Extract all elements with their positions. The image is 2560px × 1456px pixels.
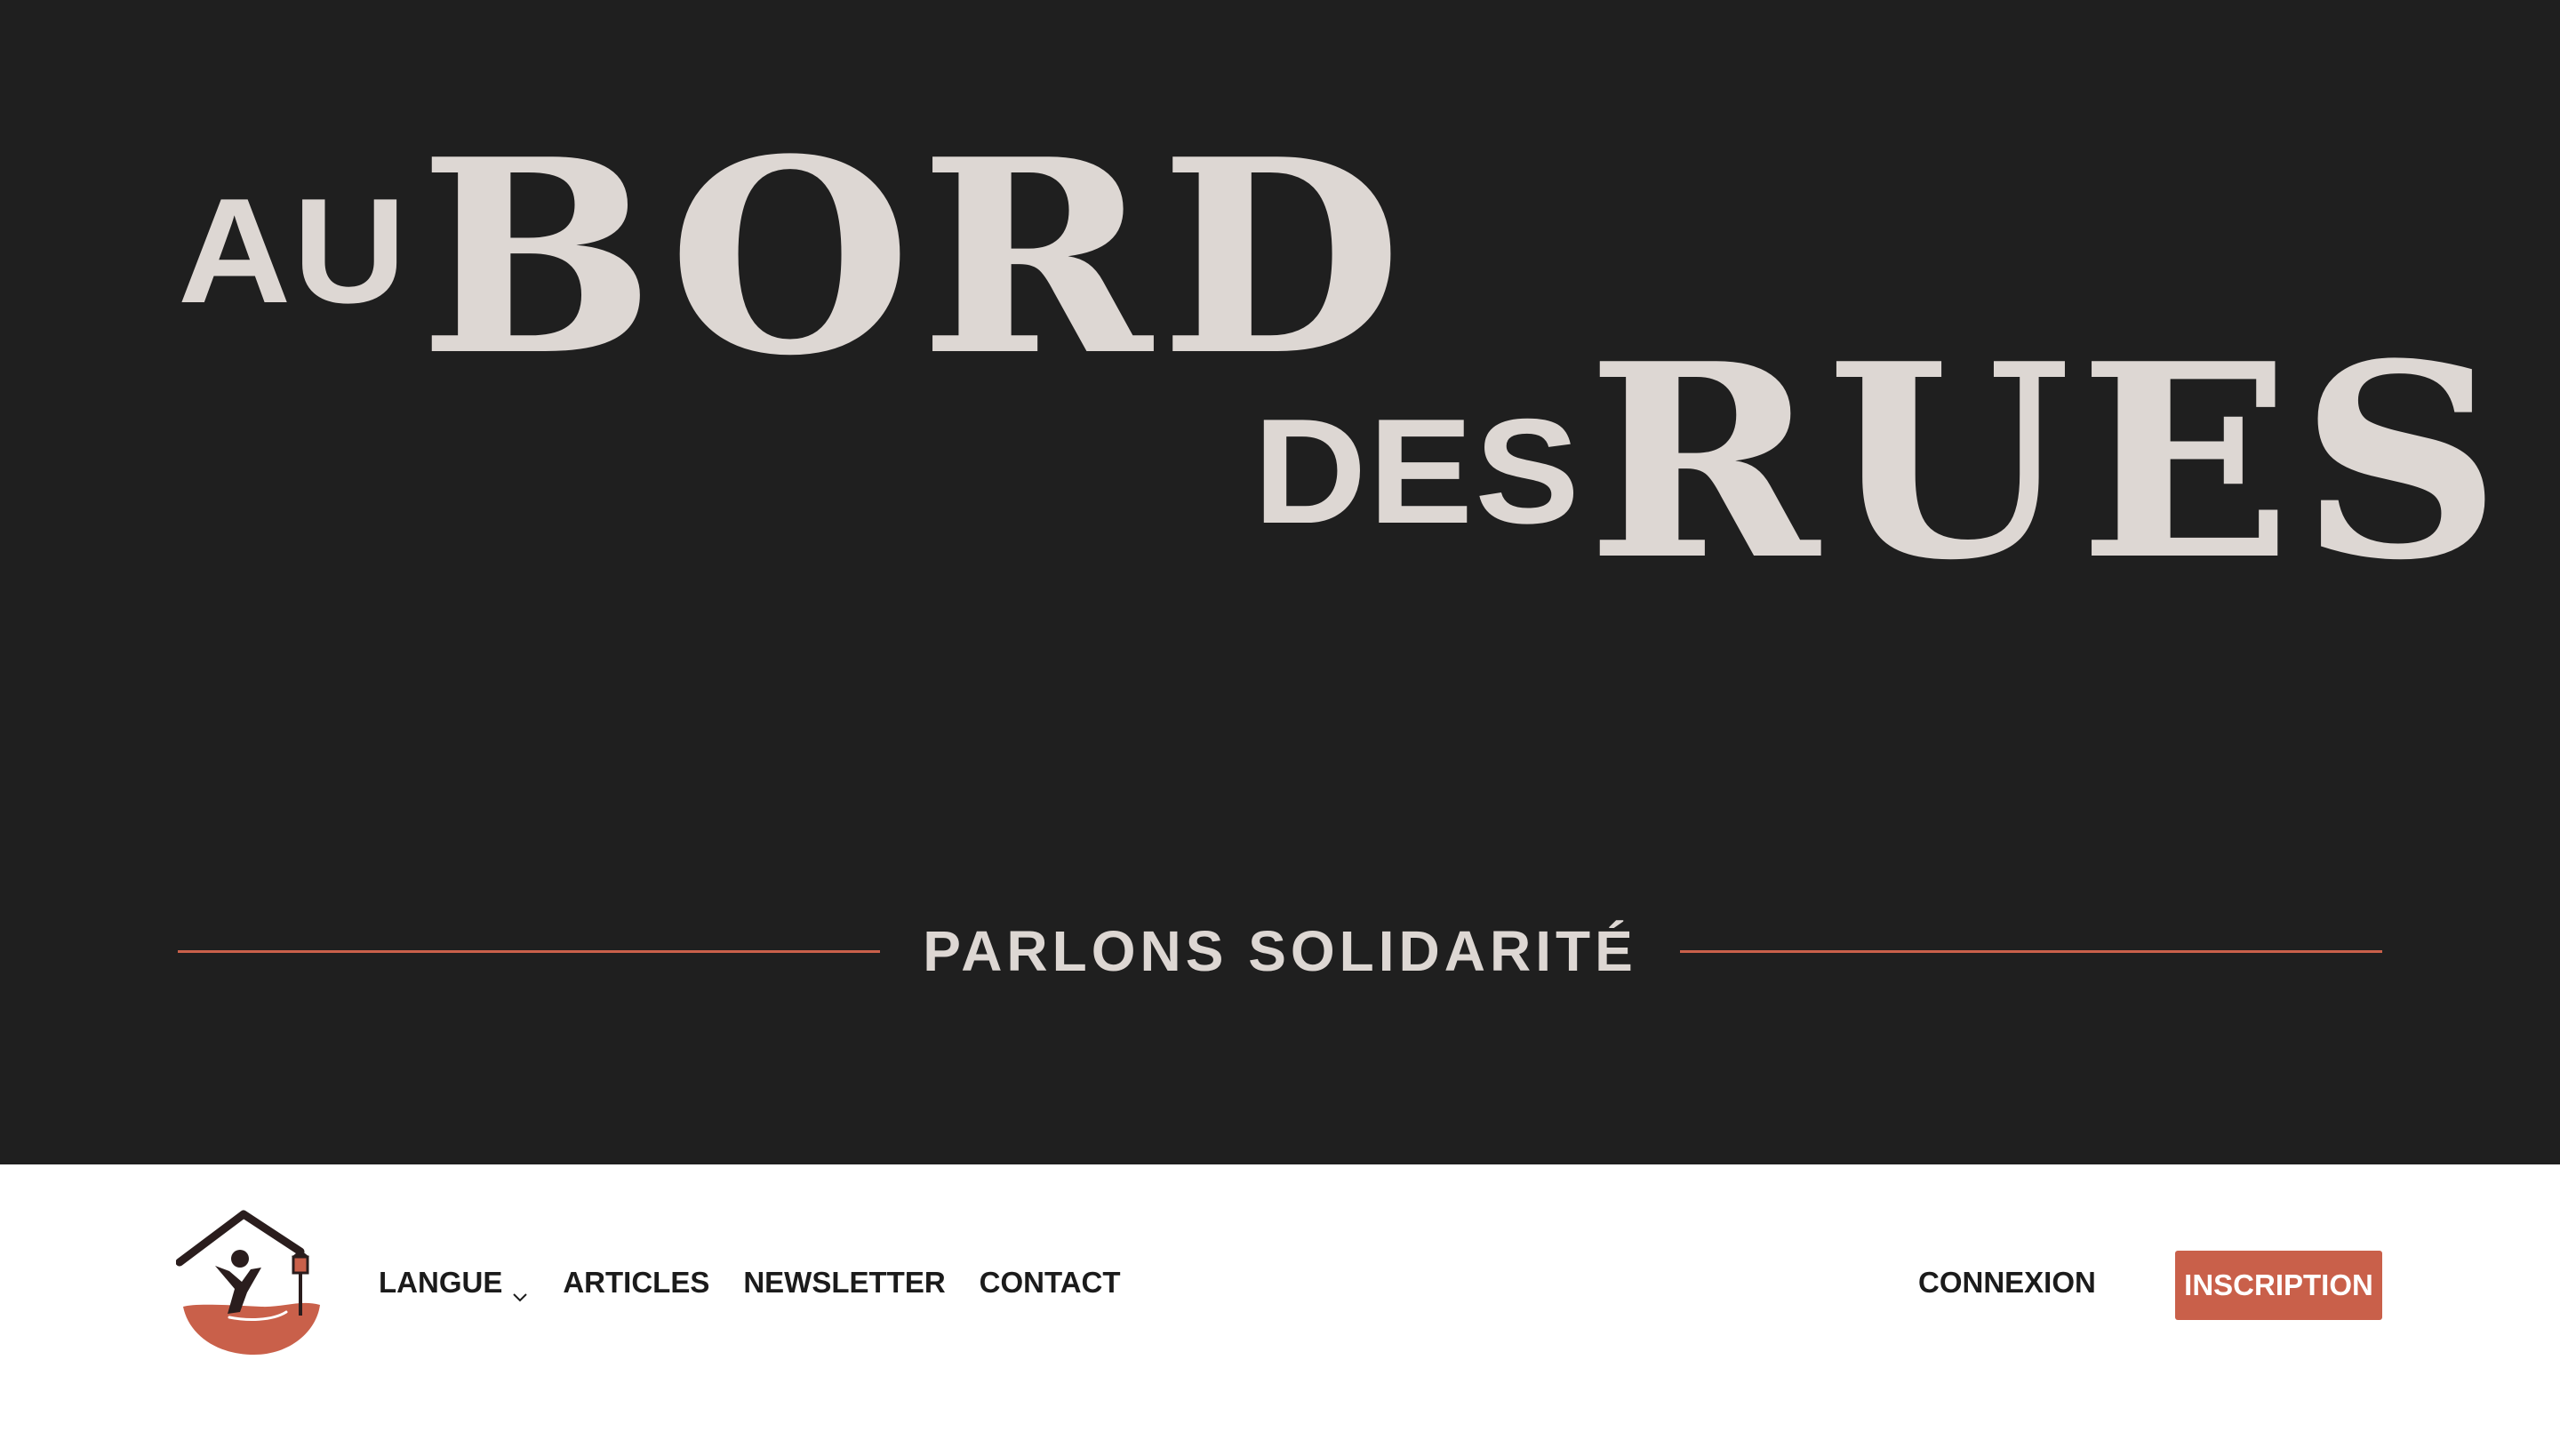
main-navbar: LANGUE ARTICLES NEWSLETTER CONTACT CONNE… <box>0 1164 2560 1456</box>
nav-articles-link[interactable]: ARTICLES <box>563 1266 709 1300</box>
nav-contact-link[interactable]: CONTACT <box>980 1266 1121 1300</box>
chevron-down-icon <box>511 1276 529 1302</box>
site-title-line-1: AU BORD <box>178 124 1402 391</box>
nav-langue-dropdown[interactable]: LANGUE <box>379 1266 529 1302</box>
signup-button[interactable]: INSCRIPTION <box>2175 1251 2382 1320</box>
nav-newsletter-link[interactable]: NEWSLETTER <box>743 1266 945 1300</box>
title-word-bord: BORD <box>418 100 1410 414</box>
nav-langue-label: LANGUE <box>379 1266 503 1299</box>
site-title-line-2: DES RUES <box>1253 329 2502 596</box>
home-hand-figure-logo-icon[interactable] <box>175 1207 324 1360</box>
login-link[interactable]: CONNEXION <box>1918 1260 2096 1305</box>
title-word-au: AU <box>178 167 408 334</box>
nav-links: LANGUE ARTICLES NEWSLETTER CONTACT <box>379 1260 1155 1305</box>
tagline-row: PARLONS SOLIDARITÉ <box>178 916 2382 987</box>
hero-banner: AU BORD DES RUES PARLONS SOLIDARITÉ <box>0 0 2560 1164</box>
tagline-divider-right <box>1680 950 2382 953</box>
title-word-rues: RUES <box>1587 305 2510 619</box>
title-word-des: DES <box>1253 388 1582 555</box>
